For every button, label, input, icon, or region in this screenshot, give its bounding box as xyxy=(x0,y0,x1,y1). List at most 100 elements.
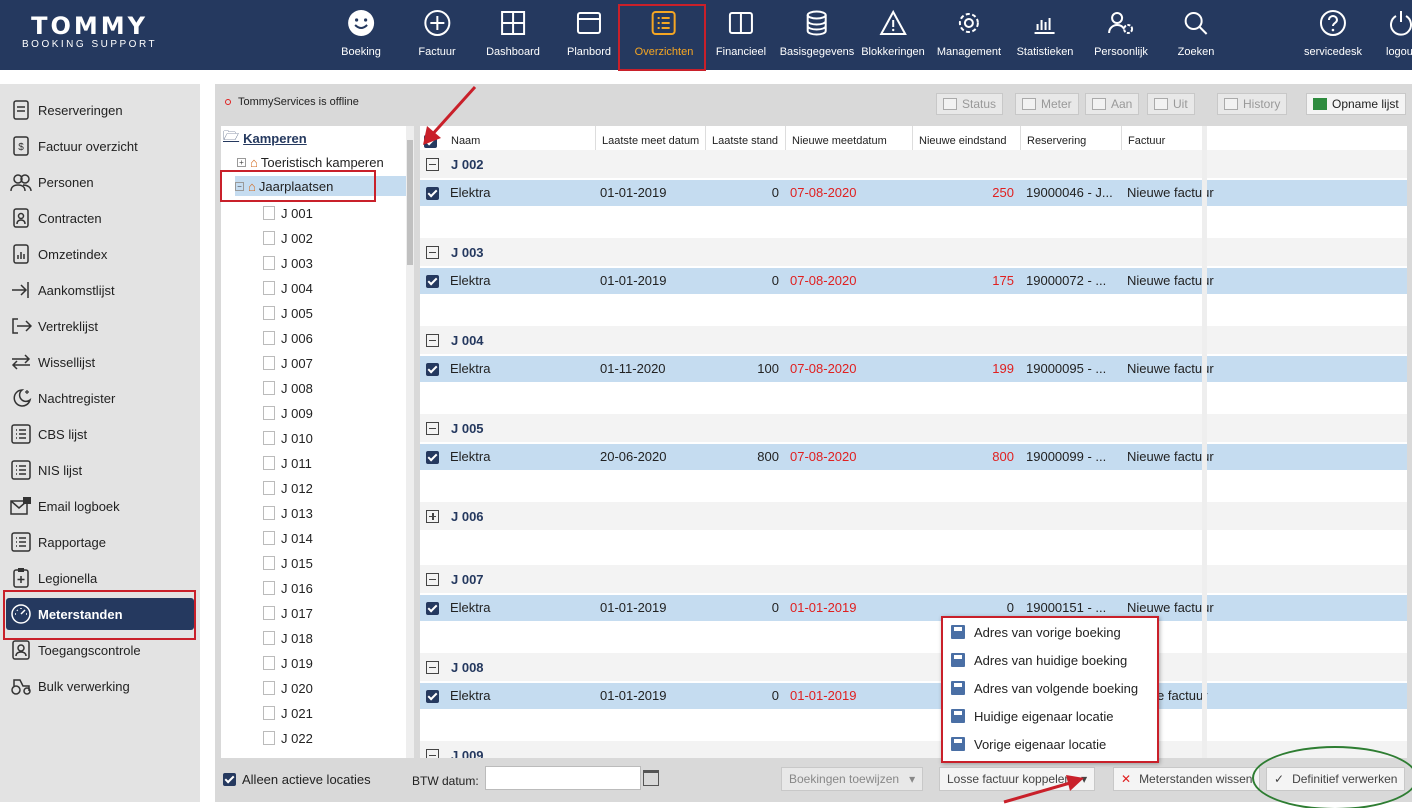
group-header[interactable]: J 002 xyxy=(420,150,1407,178)
row-checkbox[interactable] xyxy=(426,187,439,200)
table-row[interactable]: Elektra 01-11-2020 100 07-08-2020 199 1900009… xyxy=(420,356,1407,382)
sidebar-item-aankomstlijst[interactable]: Aankomstlijst xyxy=(6,274,194,306)
sidebar-item-legionella[interactable]: Legionella xyxy=(6,562,194,594)
expand-icon[interactable] xyxy=(426,509,439,523)
history-button[interactable]: History xyxy=(1217,93,1288,115)
cell-nieuwe-stand[interactable]: 250 xyxy=(912,180,1014,206)
menu-item-adres-huidige-boeking[interactable]: Adres van huidige boeking xyxy=(951,646,1157,674)
cell-nieuwe-datum[interactable]: 01-01-2019 xyxy=(790,595,857,621)
meter-button[interactable]: Meter xyxy=(1015,93,1079,115)
tree-item[interactable]: J 012 xyxy=(263,478,313,498)
meterstanden-wissen-button[interactable]: ✕ Meterstanden wissen xyxy=(1113,767,1261,791)
tree-item[interactable]: J 021 xyxy=(263,703,313,723)
group-header[interactable]: J 004 xyxy=(420,326,1407,354)
tree-item[interactable]: J 004 xyxy=(263,278,313,298)
tree-item[interactable]: J 017 xyxy=(263,603,313,623)
menu-item-vorige-eigenaar[interactable]: Vorige eigenaar locatie xyxy=(951,730,1157,758)
calendar-icon[interactable] xyxy=(643,770,659,786)
nav-servicedesk[interactable]: servicedesk xyxy=(1304,0,1362,70)
sidebar-item-bulk-verwerking[interactable]: Bulk verwerking xyxy=(6,670,194,702)
opname-lijst-button[interactable]: Opname lijst xyxy=(1306,93,1406,115)
sidebar-item-toegangscontrole[interactable]: Toegangscontrole xyxy=(6,634,194,666)
sidebar-item-nis-lijst[interactable]: NIS lijst xyxy=(6,454,194,486)
nav-factuur[interactable]: Factuur xyxy=(418,0,456,70)
collapse-icon[interactable] xyxy=(426,572,439,586)
tree-item[interactable]: J 007 xyxy=(263,353,313,373)
nav-planbord[interactable]: Planbord xyxy=(567,0,611,70)
alleen-actief-checkbox[interactable]: Alleen actieve locaties xyxy=(223,772,371,787)
cell-nieuwe-stand[interactable]: 175 xyxy=(912,268,1014,294)
nav-financieel[interactable]: Financieel xyxy=(716,0,766,70)
row-checkbox[interactable] xyxy=(426,275,439,288)
aan-button[interactable]: Aan xyxy=(1085,93,1140,115)
sidebar-item-vertreklijst[interactable]: Vertreklijst xyxy=(6,310,194,342)
tree-scrollbar[interactable] xyxy=(406,126,414,758)
cell-nieuwe-datum[interactable]: 07-08-2020 xyxy=(790,444,857,470)
collapse-icon[interactable] xyxy=(426,660,439,674)
grid-scrollbar[interactable] xyxy=(1202,126,1207,758)
row-checkbox[interactable] xyxy=(426,602,439,615)
tree-item[interactable]: J 011 xyxy=(263,453,312,473)
table-row[interactable]: Elektra 01-01-2019 0 01-01-2019 e factuur xyxy=(420,683,1407,709)
tree-item[interactable]: J 008 xyxy=(263,378,313,398)
sidebar-item-meterstanden[interactable]: Meterstanden xyxy=(6,598,194,630)
menu-item-huidige-eigenaar[interactable]: Huidige eigenaar locatie xyxy=(951,702,1157,730)
tree-node-toeristisch-kamperen[interactable]: + ⌂ Toeristisch kamperen xyxy=(237,152,384,172)
collapse-icon[interactable] xyxy=(426,157,439,171)
nav-boeking[interactable]: Boeking xyxy=(341,0,381,70)
row-checkbox[interactable] xyxy=(426,690,439,703)
collapse-icon[interactable] xyxy=(426,333,439,347)
row-checkbox[interactable] xyxy=(426,451,439,464)
sidebar-item-personen[interactable]: Personen xyxy=(6,166,194,198)
tree-item[interactable]: J 013 xyxy=(263,503,313,523)
nav-basisgegevens[interactable]: Basisgegevens xyxy=(780,0,854,70)
sidebar-item-factuur-overzicht[interactable]: $ Factuur overzicht xyxy=(6,130,194,162)
collapse-icon[interactable] xyxy=(426,421,439,435)
tree-item[interactable]: J 020 xyxy=(263,678,313,698)
tree-item[interactable]: J 019 xyxy=(263,653,313,673)
tree-scroll-thumb[interactable] xyxy=(407,140,413,265)
group-header[interactable]: J 003 xyxy=(420,238,1407,266)
tree-item[interactable]: J 022 xyxy=(263,728,313,748)
nav-persoonlijk[interactable]: Persoonlijk xyxy=(1094,0,1148,70)
cell-nieuwe-datum[interactable]: 07-08-2020 xyxy=(790,356,857,382)
tree-item[interactable]: J 016 xyxy=(263,578,313,598)
sidebar-item-wissellijst[interactable]: Wissellijst xyxy=(6,346,194,378)
tree-item[interactable]: J 018 xyxy=(263,628,313,648)
sidebar-item-omzetindex[interactable]: Omzetindex xyxy=(6,238,194,270)
tree-item[interactable]: J 015 xyxy=(263,553,313,573)
sidebar-item-email-logboek[interactable]: Email logboek xyxy=(6,490,194,522)
cell-factuur[interactable]: Nieuwe factuur xyxy=(1127,444,1214,470)
losse-factuur-button[interactable]: Losse factuur koppelen ▾ xyxy=(939,767,1096,791)
nav-dashboard[interactable]: Dashboard xyxy=(486,0,540,70)
cell-factuur[interactable]: Nieuwe factuur xyxy=(1127,268,1214,294)
sidebar-item-rapportage[interactable]: Rapportage xyxy=(6,526,194,558)
sidebar-item-nachtregister[interactable]: Nachtregister xyxy=(6,382,194,414)
tree-item[interactable]: J 003 xyxy=(263,253,313,273)
sidebar-item-cbs-lijst[interactable]: CBS lijst xyxy=(6,418,194,450)
nav-logout[interactable]: logout xyxy=(1386,0,1412,70)
nav-blokkeringen[interactable]: Blokkeringen xyxy=(861,0,925,70)
boekingen-toewijzen-button[interactable]: Boekingen toewijzen ▾ xyxy=(781,767,924,791)
tree-item[interactable]: J 006 xyxy=(263,328,313,348)
tree-item[interactable]: J 014 xyxy=(263,528,313,548)
row-checkbox[interactable] xyxy=(426,363,439,376)
cell-factuur[interactable]: e factuur xyxy=(1157,683,1208,709)
tree-node-kamperen[interactable]: 🗁 Kamperen xyxy=(223,128,307,148)
tree-item[interactable]: J 005 xyxy=(263,303,313,323)
cell-nieuwe-datum[interactable]: 01-01-2019 xyxy=(790,683,857,709)
sidebar-item-reserveringen[interactable]: Reserveringen xyxy=(6,94,194,126)
menu-item-adres-vorige-boeking[interactable]: Adres van vorige boeking xyxy=(951,618,1157,646)
nav-overzichten[interactable]: Overzichten xyxy=(635,0,693,70)
table-row[interactable]: Elektra 20-06-2020 800 07-08-2020 800 1900009… xyxy=(420,444,1407,470)
group-header[interactable]: J 009 xyxy=(420,741,1407,758)
cell-nieuwe-datum[interactable]: 07-08-2020 xyxy=(790,180,857,206)
tree-item[interactable]: J 001 xyxy=(263,203,313,223)
menu-item-adres-volgende-boeking[interactable]: Adres van volgende boeking xyxy=(951,674,1157,702)
group-header[interactable]: J 006 xyxy=(420,502,1407,530)
cell-nieuwe-stand[interactable]: 199 xyxy=(912,356,1014,382)
sidebar-item-contracten[interactable]: Contracten xyxy=(6,202,194,234)
tree-item[interactable]: J 002 xyxy=(263,228,313,248)
group-header[interactable]: J 007 xyxy=(420,565,1407,593)
tree-item[interactable]: J 009 xyxy=(263,403,313,423)
